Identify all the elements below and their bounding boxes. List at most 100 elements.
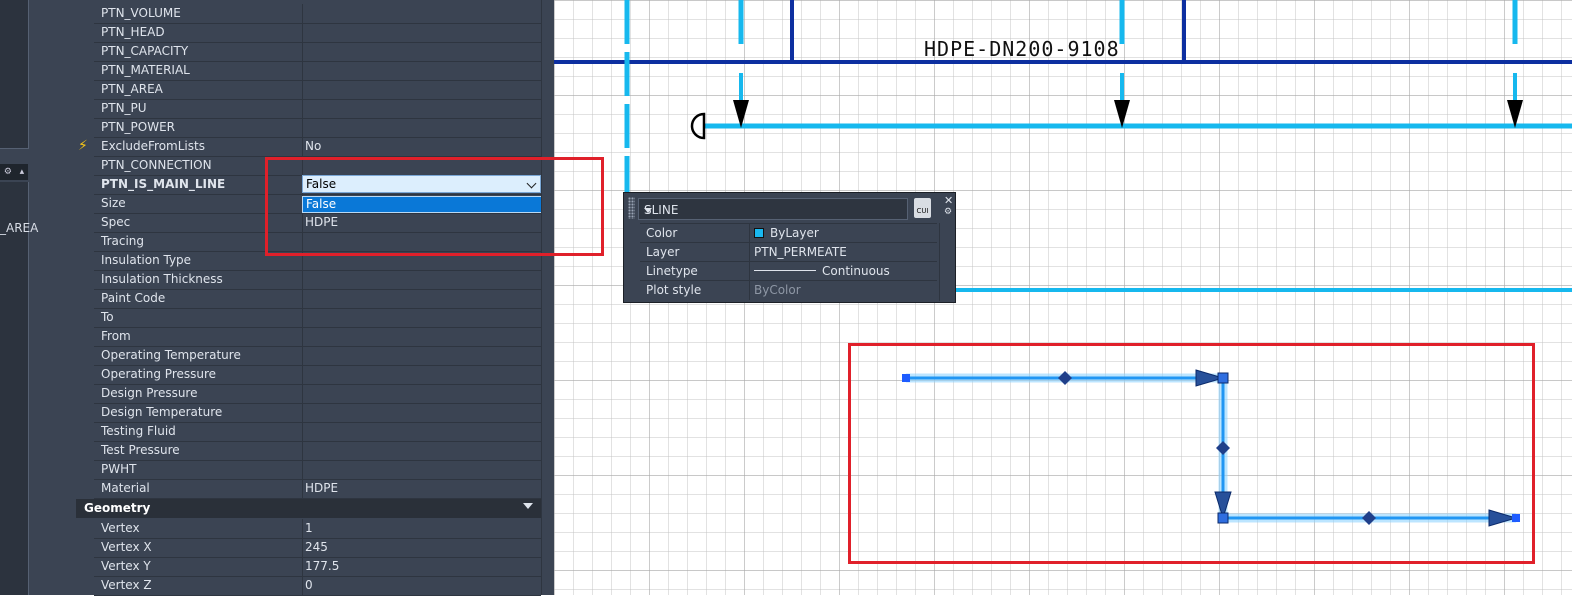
property-row[interactable]: PTN_VOLUME [94,4,541,24]
property-name: PTN_PU [101,101,147,115]
property-row[interactable]: PTN_MATERIAL [94,61,541,81]
property-name: Operating Pressure [101,367,217,381]
property-name: PTN_POWER [101,120,176,134]
property-name: Vertex Z [101,578,152,592]
property-name: Size [101,196,126,210]
property-name: PWHT [101,462,137,476]
quick-properties-panel: SLINE CUI ✕ ⚙ Color ByLayer Layer PTN_PE… [623,192,956,303]
pipe-label: HDPE-DN200-9108 [924,37,1120,61]
property-name: ExcludeFromLists [101,139,205,153]
settings-icon[interactable]: ⚙ [4,167,12,177]
property-row[interactable]: From [94,327,541,347]
property-row[interactable]: Material HDPE [94,479,541,499]
quick-row-layer[interactable]: Layer PTN_PERMEATE [640,242,937,262]
collapsed-palette-top [0,0,29,149]
property-row[interactable]: PTN_CAPACITY [94,42,541,62]
property-row[interactable]: Design Temperature [94,403,541,423]
quick-row-value[interactable]: ByLayer [754,226,819,240]
property-name: Spec [101,215,131,229]
property-name: From [101,329,131,343]
property-name: PTN_CONNECTION [101,158,212,172]
geometry-section-title: Geometry [84,501,151,515]
area-label: _AREA [0,221,39,235]
quick-row-value: ByColor [754,283,801,297]
property-row[interactable]: To [94,308,541,328]
quick-row-plot-style[interactable]: Plot style ByColor [640,280,937,300]
property-row[interactable]: PWHT [94,460,541,480]
property-value[interactable]: 1 [305,521,313,535]
property-name: Vertex Y [101,559,151,573]
property-value[interactable]: 245 [305,540,328,554]
quick-row-color[interactable]: Color ByLayer [640,223,937,243]
property-name: Design Temperature [101,405,223,419]
geometry-section-header[interactable]: Geometry [76,499,541,518]
palette-tab-bar[interactable]: ⚙ ▴ [0,164,28,180]
property-name: Insulation Thickness [101,272,223,286]
quick-row-value[interactable]: Continuous [754,264,890,278]
property-name: Material [101,481,150,495]
property-name: Vertex X [101,540,152,554]
property-name: Vertex [101,521,140,535]
collapsed-palette-bottom [0,182,29,595]
property-name: PTN_IS_MAIN_LINE [101,177,226,191]
property-row[interactable]: PTN_AREA [94,80,541,100]
property-name: PTN_CAPACITY [101,44,189,58]
property-row[interactable]: Design Pressure [94,384,541,404]
property-row[interactable]: Operating Pressure [94,365,541,385]
linetype-sample-icon [754,270,816,271]
property-name: Insulation Type [101,253,192,267]
geometry-row[interactable]: Vertex X 245 [94,538,541,558]
geometry-row[interactable]: Vertex Z 0 [94,576,541,596]
property-name: PTN_HEAD [101,25,165,39]
property-name: PTN_AREA [101,82,163,96]
object-type-select[interactable]: SLINE [638,198,908,220]
property-name: PTN_VOLUME [101,6,181,20]
lightning-icon: ⚡ [78,138,88,154]
quick-row-label: Plot style [646,283,702,297]
property-name: Design Pressure [101,386,198,400]
settings-icon[interactable]: ⚙ [944,207,952,217]
property-name: Testing Fluid [101,424,176,438]
property-value[interactable]: 177.5 [305,559,339,573]
left-side-panel: ⚙ ▴ _AREA [0,0,56,595]
highlight-box-dropdown [265,157,604,256]
property-row[interactable]: Insulation Thickness [94,270,541,290]
collapse-arrow-icon[interactable] [523,503,533,509]
property-row[interactable]: Paint Code [94,289,541,309]
panel-sidebar [939,223,954,301]
property-name: Paint Code [101,291,166,305]
customize-cui-icon[interactable]: CUI [914,198,931,218]
property-row[interactable]: PTN_HEAD [94,23,541,43]
collapse-icon[interactable]: ▴ [20,167,25,177]
property-row[interactable]: Test Pressure [94,441,541,461]
scrollbar[interactable] [541,0,555,595]
property-name: Tracing [101,234,145,248]
property-value[interactable]: No [305,139,321,153]
quick-row-label: Linetype [646,264,698,278]
geometry-row[interactable]: Vertex Y 177.5 [94,557,541,577]
property-row[interactable]: ExcludeFromLists No [94,137,541,157]
property-name: PTN_MATERIAL [101,63,190,77]
property-row[interactable]: Operating Temperature [94,346,541,366]
quick-row-linetype[interactable]: Linetype Continuous [640,261,937,281]
quick-row-label: Layer [646,245,680,259]
chevron-down-icon[interactable] [644,208,652,213]
property-row[interactable]: PTN_POWER [94,118,541,138]
close-icon[interactable]: ✕ [944,194,953,207]
property-row[interactable]: PTN_PU [94,99,541,119]
color-swatch-icon [754,228,764,238]
geometry-row[interactable]: Vertex 1 [94,519,541,539]
quick-row-value[interactable]: PTN_PERMEATE [754,245,847,259]
highlight-box-polyline [848,343,1535,564]
property-name: To [101,310,114,324]
drag-grip-icon[interactable] [628,197,635,219]
quick-row-label: Color [646,226,678,240]
property-row[interactable]: Testing Fluid [94,422,541,442]
property-name: Operating Temperature [101,348,241,362]
property-value[interactable]: HDPE [305,481,338,495]
linetype-value: Continuous [822,264,890,278]
properties-palette: ⚡ PTN_VOLUME PTN_HEAD PTN_CAPACITY PTN_MATE… [56,0,555,596]
property-name: Test Pressure [101,443,180,457]
color-value: ByLayer [770,226,819,240]
property-value[interactable]: 0 [305,578,313,592]
